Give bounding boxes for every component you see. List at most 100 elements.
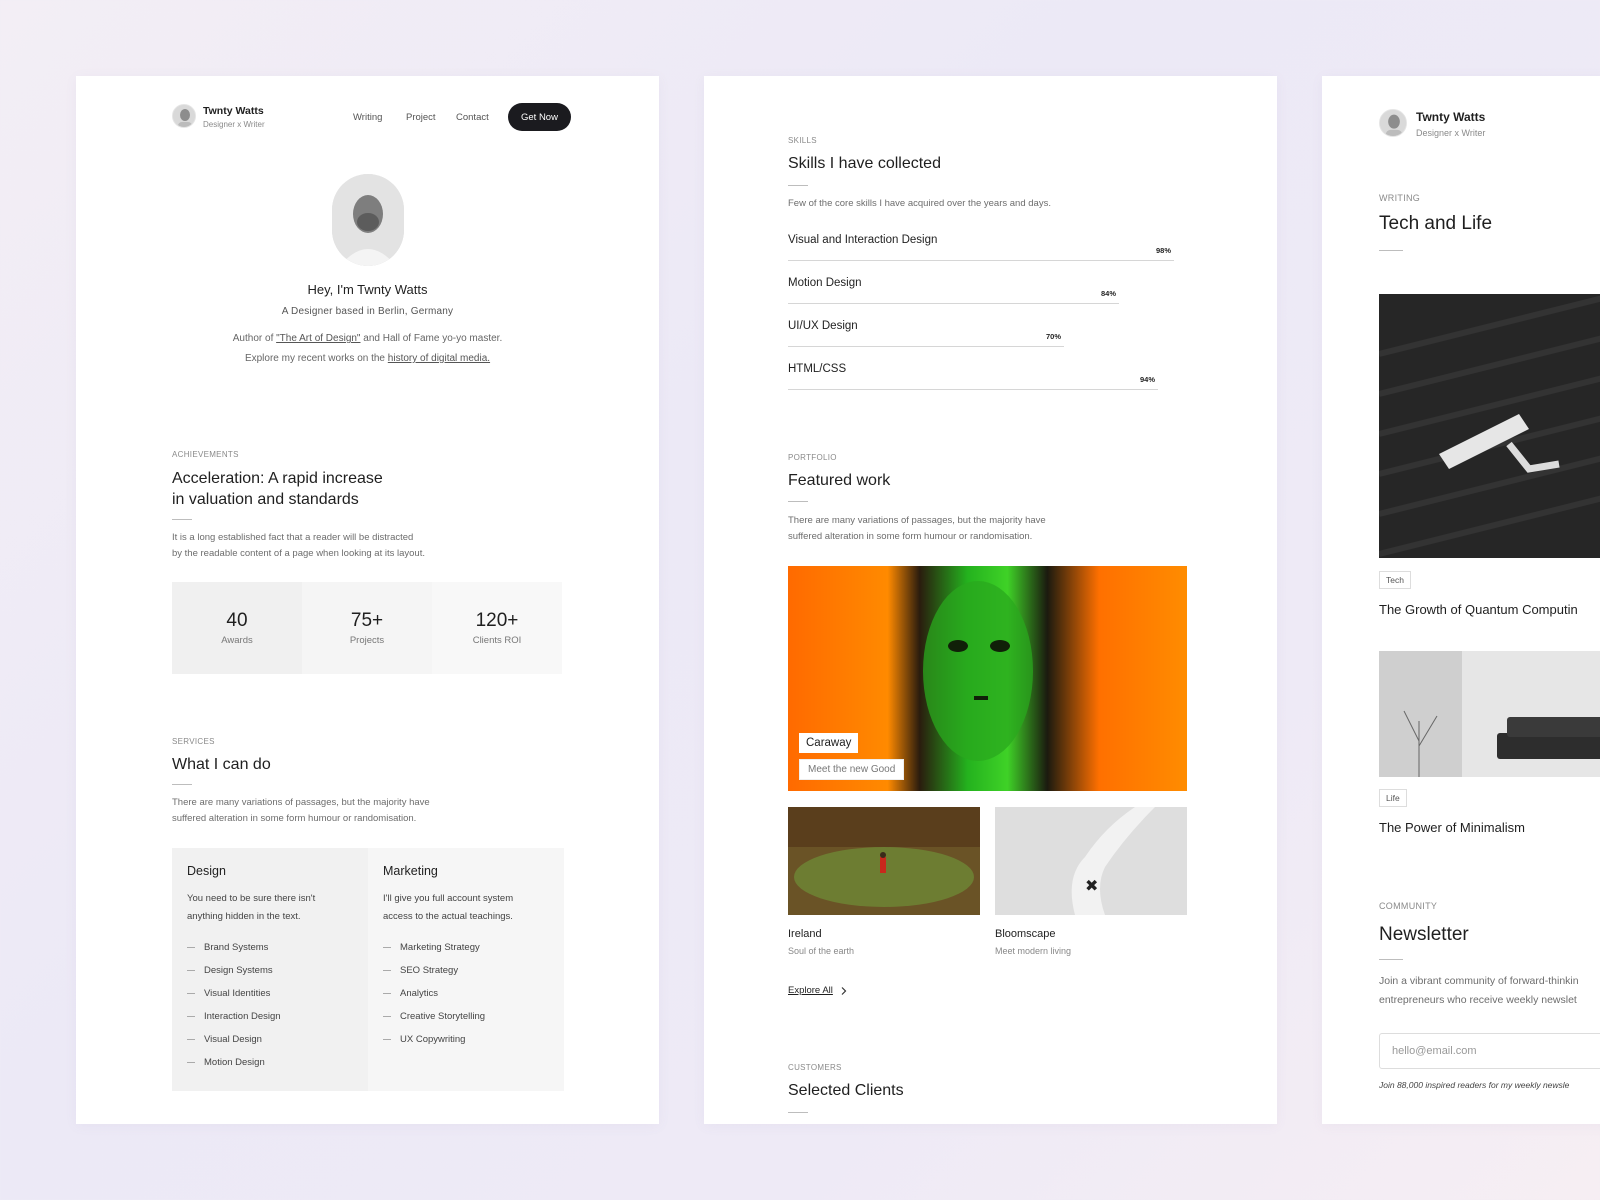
list-item-label: Brand Systems xyxy=(204,942,269,953)
skill-row: Visual and Interaction Design 98% xyxy=(788,234,1182,264)
list-item-label: Visual Design xyxy=(204,1034,262,1045)
stats-row: 40 Awards 75+ Projects 120+ Clients ROI xyxy=(172,582,562,674)
list-item-label: Interaction Design xyxy=(204,1011,281,1022)
portfolio-desc-line2: suffered alteration in some form humour … xyxy=(788,531,1033,542)
skill-row: HTML/CSS 94% xyxy=(788,363,1182,393)
list-item: Design Systems xyxy=(187,959,353,982)
svg-text:✖: ✖ xyxy=(1085,876,1098,895)
article-tag[interactable]: Life xyxy=(1379,789,1407,807)
dash-icon xyxy=(383,970,391,971)
article-title[interactable]: The Power of Minimalism xyxy=(1379,820,1525,835)
stat-value: 40 xyxy=(226,610,248,631)
avatar[interactable] xyxy=(172,104,196,128)
section-label: SKILLS xyxy=(788,136,817,145)
dash-icon xyxy=(187,993,195,994)
security-camera-artwork xyxy=(1378,294,1600,558)
divider xyxy=(788,1112,808,1113)
skill-percent: 94% xyxy=(1140,375,1156,384)
nav-writing[interactable]: Writing xyxy=(353,112,382,123)
list-item-label: SEO Strategy xyxy=(400,965,459,976)
hero-text: Author of xyxy=(232,333,277,344)
list-item: Marketing Strategy xyxy=(383,936,549,959)
list-item: Analytics xyxy=(383,982,549,1005)
list-item-label: Analytics xyxy=(400,988,439,999)
brand-tagline: Designer x Writer xyxy=(1416,128,1486,138)
hero-role: A Designer based in Berlin, Germany xyxy=(281,306,454,317)
email-field[interactable]: hello@email.com xyxy=(1379,1033,1600,1069)
divider xyxy=(172,784,192,785)
project-thumb-bloomscape[interactable]: ✖ xyxy=(995,807,1187,915)
service-title: Marketing xyxy=(383,864,438,878)
skill-progress-bar xyxy=(788,303,1119,304)
hero-text: Explore my recent works on the xyxy=(244,353,388,364)
services-desc-line2: suffered alteration in some form humour … xyxy=(172,813,417,824)
history-link[interactable]: history of digital media. xyxy=(388,353,490,364)
skills-desc: Few of the core skills I have acquired o… xyxy=(788,198,1051,209)
list-item: Motion Design xyxy=(187,1051,353,1074)
hero-portrait xyxy=(332,174,404,266)
service-desc: I'll give you full account system access… xyxy=(383,890,549,926)
hero-description-line1: Author of "The Art of Design" and Hall o… xyxy=(76,329,659,349)
project-name[interactable]: Bloomscape xyxy=(995,928,1056,940)
brand-name[interactable]: Twnty Watts xyxy=(1416,110,1485,124)
explore-all-link[interactable]: Explore All xyxy=(788,985,849,996)
stat-label: Clients ROI xyxy=(472,635,522,646)
skill-name: UI/UX Design xyxy=(788,320,858,332)
service-desc: You need to be sure there isn't anything… xyxy=(187,890,353,926)
dash-icon xyxy=(187,970,195,971)
featured-sub-tag: Meet the new Good xyxy=(799,759,905,780)
newsletter-title: Newsletter xyxy=(1379,924,1469,945)
dash-icon xyxy=(187,947,195,948)
list-item: Visual Identities xyxy=(187,982,353,1005)
dash-icon xyxy=(383,1039,391,1040)
article-image-life[interactable] xyxy=(1379,651,1600,777)
stat-projects: 75+ Projects xyxy=(302,582,432,674)
chevron-right-icon xyxy=(841,986,847,995)
section-label: SERVICES xyxy=(172,737,215,746)
skill-percent: 84% xyxy=(1101,289,1117,298)
newsletter-note: Join 88,000 inspired readers for my week… xyxy=(1379,1080,1570,1090)
newsletter-desc-line2: entrepreneurs who receive weekly newslet xyxy=(1379,994,1577,1006)
dash-icon xyxy=(383,993,391,994)
avatar[interactable] xyxy=(1379,109,1407,137)
service-desc-line: access to the actual teachings. xyxy=(383,911,513,922)
hero-description-line2: Explore my recent works on the history o… xyxy=(76,349,659,369)
service-desc-line: I'll give you full account system xyxy=(383,893,514,904)
services-title: What I can do xyxy=(172,756,271,773)
article-tag[interactable]: Tech xyxy=(1379,571,1411,589)
nav-project[interactable]: Project xyxy=(406,112,436,123)
portfolio-desc-line1: There are many variations of passages, b… xyxy=(788,515,1046,526)
avatar-photo xyxy=(1380,110,1406,136)
divider xyxy=(788,185,808,186)
divider xyxy=(788,501,808,502)
list-item-label: UX Copywriting xyxy=(400,1034,466,1045)
portfolio-page-panel: SKILLS Skills I have collected Few of th… xyxy=(704,76,1277,1124)
avatar-photo xyxy=(173,105,195,127)
achievements-desc-line2: by the readable content of a page when l… xyxy=(172,548,425,559)
nav-contact[interactable]: Contact xyxy=(456,112,489,123)
list-item-label: Visual Identities xyxy=(204,988,271,999)
achievements-title-line1: Acceleration: A rapid increase xyxy=(172,470,383,487)
project-name[interactable]: Ireland xyxy=(788,928,822,940)
list-item-label: Motion Design xyxy=(204,1057,265,1068)
project-thumb-ireland[interactable] xyxy=(788,807,980,915)
stat-value: 120+ xyxy=(475,610,519,631)
portrait-photo xyxy=(332,174,404,266)
dash-icon xyxy=(383,1016,391,1017)
services-grid: Design You need to be sure there isn't a… xyxy=(172,848,564,1091)
newsletter-desc-line1: Join a vibrant community of forward-thin… xyxy=(1379,975,1579,987)
get-now-button[interactable]: Get Now xyxy=(508,103,571,131)
skill-percent: 70% xyxy=(1046,332,1062,341)
featured-project-image[interactable] xyxy=(788,566,1187,791)
article-title[interactable]: The Growth of Quantum Computin xyxy=(1379,602,1578,617)
section-label: WRITING xyxy=(1379,193,1421,203)
brand-name[interactable]: Twnty Watts xyxy=(203,105,264,117)
book-link[interactable]: "The Art of Design" xyxy=(276,333,360,344)
achievements-title-line2: in valuation and standards xyxy=(172,491,359,508)
skill-name: Motion Design xyxy=(788,277,862,289)
skill-row: UI/UX Design 70% xyxy=(788,320,1182,350)
section-label: ACHIEVEMENTS xyxy=(172,450,239,459)
list-item: Visual Design xyxy=(187,1028,353,1051)
skill-name: Visual and Interaction Design xyxy=(788,234,938,246)
article-image-tech[interactable] xyxy=(1378,294,1600,558)
